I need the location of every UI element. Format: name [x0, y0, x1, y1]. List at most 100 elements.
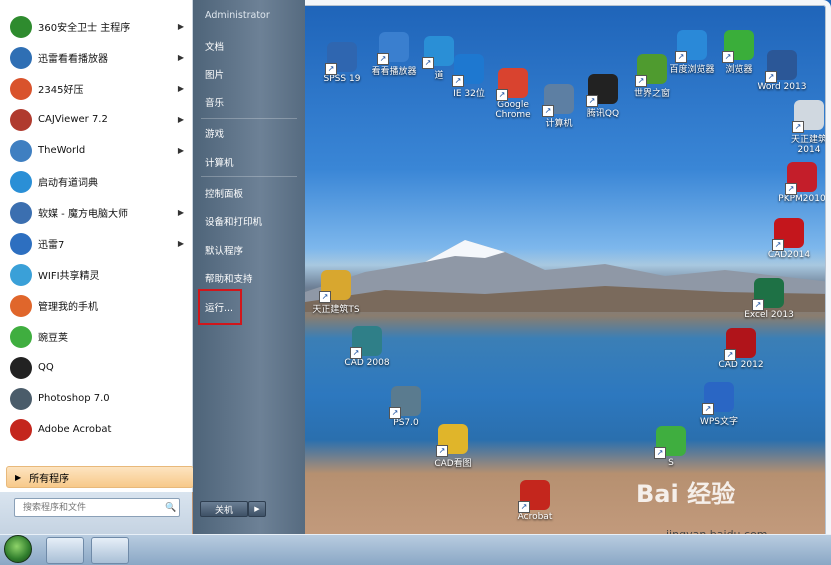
program-item[interactable]: 管理我的手机 [0, 290, 192, 321]
desktop-icon[interactable]: ↗ 天正建筑TS [307, 270, 365, 315]
desktop-icon[interactable]: ↗ Acrobat [506, 480, 564, 522]
desktop-icon[interactable]: ↗ SPSS 19 [313, 42, 371, 84]
desktop-icon[interactable]: ↗ Excel 2013 [740, 278, 798, 320]
right-menu-item[interactable]: 帮助和支持 [205, 271, 253, 285]
desktop-icon[interactable]: ↗ CAD 2012 [712, 328, 770, 370]
program-item[interactable]: QQ [0, 352, 192, 383]
menu-divider [201, 118, 297, 119]
program-item[interactable]: CAJViewer 7.2 ▶ [0, 104, 192, 135]
taskbar-folder-icon[interactable] [91, 537, 129, 564]
desktop-icon-image: ↗ [765, 50, 797, 83]
right-menu-item[interactable]: 文档 [205, 39, 224, 53]
shortcut-arrow-icon: ↗ [377, 53, 389, 65]
taskbar-360-icon[interactable] [46, 537, 84, 564]
shortcut-arrow-icon: ↗ [319, 291, 331, 303]
shutdown-options-button[interactable]: ▶ [248, 501, 266, 517]
program-label: 2345好压 [38, 85, 84, 96]
program-item[interactable]: 豌豆荚 [0, 321, 192, 352]
shortcut-arrow-icon: ↗ [586, 95, 598, 107]
shortcut-arrow-icon: ↗ [518, 501, 530, 513]
right-menu-item[interactable]: 设备和打印机 [205, 214, 262, 228]
search-icon[interactable]: 🔍 [165, 503, 176, 513]
desktop-icon-image: ↗ [389, 386, 421, 419]
shortcut-arrow-icon: ↗ [654, 447, 666, 459]
program-item[interactable]: TheWorld ▶ [0, 135, 192, 166]
program-label: 豌豆荚 [38, 333, 68, 344]
program-item[interactable]: 软媒 - 魔方电脑大师 ▶ [0, 197, 192, 228]
chevron-right-icon: ▶ [177, 53, 184, 62]
program-label: Adobe Acrobat [38, 424, 112, 435]
all-programs-button[interactable]: ▶ 所有程序 [6, 466, 194, 488]
desktop-icon[interactable]: ↗ Word 2013 [753, 50, 811, 92]
shortcut-arrow-icon: ↗ [350, 347, 362, 359]
shortcut-arrow-icon: ↗ [675, 51, 687, 63]
program-label: Photoshop 7.0 [38, 393, 110, 404]
shortcut-arrow-icon: ↗ [422, 57, 434, 69]
start-menu-program-list: 360安全卫士 主程序 ▶ 迅雷看看播放器 ▶ 2345好压 ▶ CAJViewer 7.2… [0, 0, 193, 492]
desktop-icon-image: ↗ [436, 424, 468, 457]
program-item[interactable]: Adobe Acrobat [0, 414, 192, 445]
program-item[interactable]: Photoshop 7.0 [0, 383, 192, 414]
run-highlight-box [198, 289, 242, 325]
desktop-icon[interactable]: ↗ CAD 2008 [338, 326, 396, 368]
desktop-icon-image: ↗ [496, 68, 528, 101]
desktop-icon[interactable]: ↗ WPS文字 [690, 382, 748, 427]
desktop-icon-image: ↗ [325, 42, 357, 75]
program-label: 迅雷看看播放器 [38, 54, 108, 65]
program-icon [10, 387, 32, 410]
search-box[interactable]: 🔍 [14, 498, 180, 517]
desktop-icon[interactable]: ↗ S [642, 426, 700, 468]
desktop-icon-image: ↗ [785, 162, 817, 195]
right-menu-item[interactable]: 计算机 [205, 155, 234, 169]
program-label: WIFI共享精灵 [38, 271, 100, 282]
program-icon [10, 325, 32, 348]
desktop-icon-image: ↗ [542, 84, 574, 117]
shortcut-arrow-icon: ↗ [752, 299, 764, 311]
desktop-icon[interactable]: ↗ 天正建筑 2014 [780, 100, 831, 155]
menu-divider [201, 176, 297, 177]
right-menu-item[interactable]: 图片 [205, 67, 224, 81]
desktop-icon-image: ↗ [654, 426, 686, 459]
chevron-right-icon: ▶ [177, 208, 184, 217]
chevron-right-icon: ▶ [177, 84, 184, 93]
program-item[interactable]: 360安全卫士 主程序 ▶ [0, 11, 192, 42]
search-input[interactable] [21, 501, 165, 514]
shortcut-arrow-icon: ↗ [702, 403, 714, 415]
program-icon [10, 139, 32, 162]
desktop-icon[interactable]: ↗ PKPM2010 [773, 162, 831, 204]
desktop-icon[interactable]: ↗ PS7.0 [377, 386, 435, 428]
desktop-icon-label: 天正建筑 2014 [790, 135, 827, 155]
desktop-icon[interactable]: ↗ CAD2014 [760, 218, 818, 260]
program-item[interactable]: 启动有道词典 [0, 166, 192, 197]
desktop-icon-label: Excel 2013 [744, 310, 794, 320]
start-button[interactable] [4, 535, 32, 563]
desktop-icon-image: ↗ [752, 278, 784, 311]
desktop-icon-label: 腾讯QQ [586, 109, 620, 119]
right-menu-item[interactable]: 控制面板 [205, 186, 243, 200]
program-item[interactable]: WIFI共享精灵 [0, 259, 192, 290]
program-item[interactable]: 迅雷看看播放器 ▶ [0, 42, 192, 73]
desktop-icon-label: CAD2014 [767, 250, 811, 260]
shortcut-arrow-icon: ↗ [765, 71, 777, 83]
desktop-icon-label: SPSS 19 [323, 74, 361, 84]
shortcut-arrow-icon: ↗ [724, 349, 736, 361]
desktop-icon-label: Word 2013 [757, 82, 807, 92]
chevron-right-icon: ▶ [177, 22, 184, 31]
program-label: TheWorld [38, 145, 86, 156]
program-icon [10, 201, 32, 224]
desktop-icon[interactable]: ↗ CAD看图 [424, 424, 482, 469]
shortcut-arrow-icon: ↗ [792, 121, 804, 133]
right-menu-item[interactable]: 游戏 [205, 126, 224, 140]
shortcut-arrow-icon: ↗ [436, 445, 448, 457]
right-menu-item[interactable]: 默认程序 [205, 243, 243, 257]
right-menu-item[interactable]: 音乐 [205, 95, 224, 109]
program-item[interactable]: 迅雷7 ▶ [0, 228, 192, 259]
chevron-right-icon: ▶ [177, 115, 184, 124]
desktop-icon-image: ↗ [675, 30, 707, 63]
program-icon [10, 294, 32, 317]
desktop-icon-image: ↗ [452, 54, 484, 87]
program-item[interactable]: 2345好压 ▶ [0, 73, 192, 104]
shutdown-button[interactable]: 关机 [200, 501, 248, 517]
desktop-icon-label: CAD看图 [434, 459, 472, 469]
program-icon [10, 356, 32, 379]
